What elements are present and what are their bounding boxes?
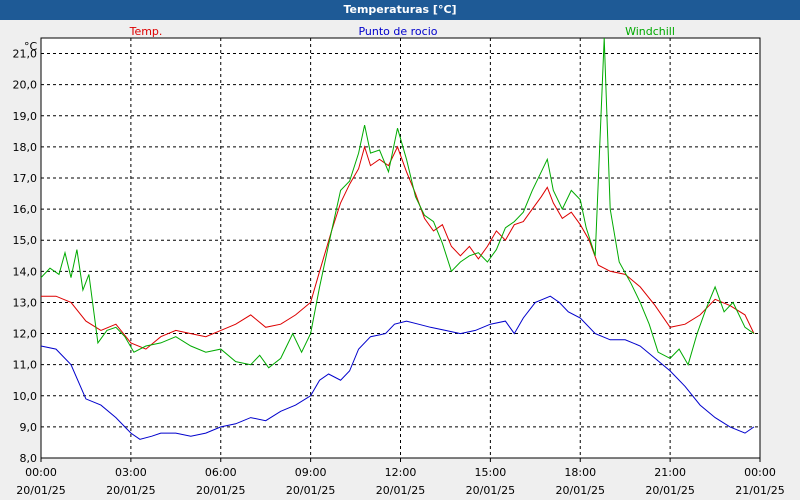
legend-entry-2: Windchill [625,25,675,38]
y-tick-label: 11,0 [13,359,38,372]
y-tick-label: 10,0 [13,390,38,403]
y-tick-label: 14,0 [13,265,38,278]
temperature-chart: 8,0 9,0 10,0 11,0 12,0 13,0 14,0 15,0 16,0 17,0 18… [13,25,785,497]
y-tick-label: 18,0 [13,141,38,154]
y-tick-label: 8,0 [20,452,38,465]
x-tick-time: 00:00 [25,466,57,479]
x-tick-date: 20/01/25 [286,484,335,497]
x-tick-time: 00:00 [744,466,776,479]
x-tick-date: 21/01/25 [735,484,784,497]
x-tick-date: 20/01/25 [466,484,515,497]
legend-entry-0: Temp. [129,25,163,38]
chart-title: Temperaturas [°C] [0,0,800,20]
x-tick-time: 15:00 [475,466,507,479]
y-tick-label: 12,0 [13,328,38,341]
y-tick-label: 17,0 [13,172,38,185]
x-tick-time: 09:00 [295,466,327,479]
y-tick-label: 13,0 [13,296,38,309]
y-unit-label: °C [24,40,38,53]
x-tick-date: 20/01/25 [106,484,155,497]
y-tick-label: 19,0 [13,110,38,123]
x-tick-time: 18:00 [564,466,596,479]
y-tick-label: 9,0 [20,421,38,434]
y-tick-label: 15,0 [13,234,38,247]
x-tick-date: 20/01/25 [196,484,245,497]
x-tick-date: 20/01/25 [376,484,425,497]
x-tick-time: 03:00 [115,466,147,479]
chart-area: 8,0 9,0 10,0 11,0 12,0 13,0 14,0 15,0 16,0 17,0 18… [0,20,800,500]
legend: Temp. Punto de rocio Windchill [129,25,675,38]
x-tick-date: 20/01/25 [645,484,694,497]
y-tick-label: 20,0 [13,79,38,92]
y-tick-label: 16,0 [13,203,38,216]
x-tick-date: 20/01/25 [16,484,65,497]
x-axis-ticks: 00:00 20/01/25 03:00 20/01/25 06:00 20/01/25 0… [16,458,785,497]
x-tick-date: 20/01/25 [556,484,605,497]
x-tick-time: 06:00 [205,466,237,479]
y-axis-ticks: 8,0 9,0 10,0 11,0 12,0 13,0 14,0 15,0 16,0 17,0 18… [13,48,38,465]
legend-entry-1: Punto de rocio [358,25,437,38]
x-tick-time: 12:00 [385,466,417,479]
x-tick-time: 21:00 [654,466,686,479]
